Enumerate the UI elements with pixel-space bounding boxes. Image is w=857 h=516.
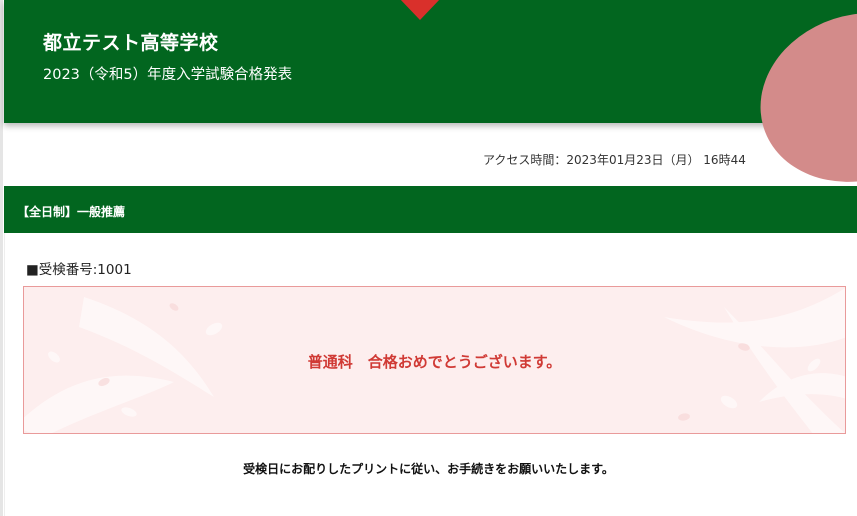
section-header: 【全日制】一般推薦 <box>4 186 857 233</box>
exam-title: 2023（令和5）年度入学試験合格発表 <box>43 67 293 83</box>
page-header: 都立テスト高等学校 2023（令和5）年度入学試験合格発表 <box>4 0 857 123</box>
result-box: 普通科 合格おめでとうございます。 <box>23 286 846 434</box>
result-message: 普通科 合格おめでとうございます。 <box>307 353 562 371</box>
header-notch-decoration <box>399 0 441 20</box>
exam-number: ■受検番号:1001 <box>26 262 132 278</box>
school-name: 都立テスト高等学校 <box>43 32 219 54</box>
access-time: アクセス時間：2023年01月23日（月） 16時44 <box>483 153 746 167</box>
left-border <box>0 0 3 516</box>
section-title: 【全日制】一般推薦 <box>17 205 126 219</box>
instruction-text: 受検日にお配りしたプリントに従い、お手続きをお願いいたします。 <box>243 462 614 476</box>
results-page: 都立テスト高等学校 2023（令和5）年度入学試験合格発表 アクセス時間：202… <box>0 0 857 516</box>
